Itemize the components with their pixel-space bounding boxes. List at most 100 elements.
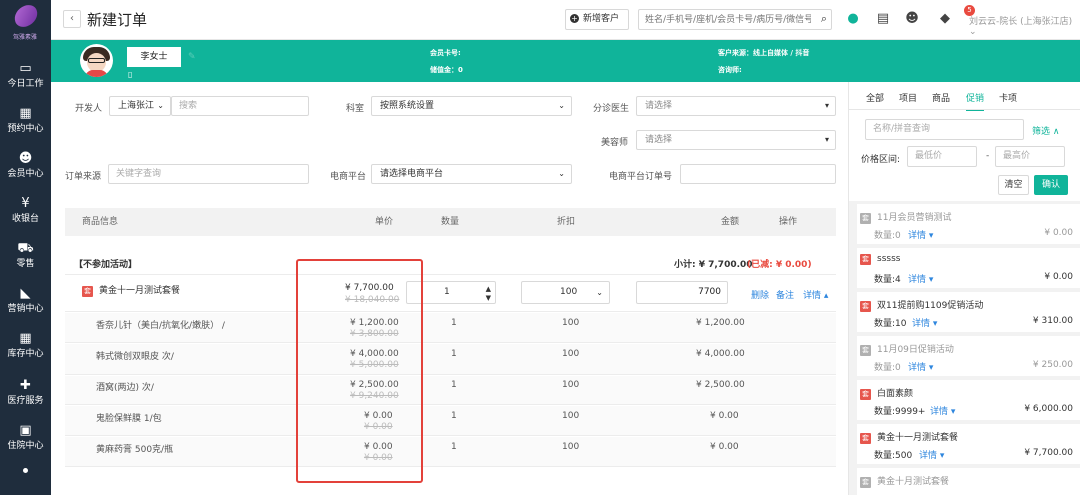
- group-icon[interactable]: ☻: [903, 10, 921, 28]
- promo-item[interactable]: 套黄金十月测试套餐: [857, 468, 1080, 495]
- developer-label: 开发人: [75, 104, 103, 114]
- new-customer-button[interactable]: + 新增客户: [565, 9, 629, 30]
- app-root: 驾雅素雅 ▭ 今日工作 ▦ 预约中心 ☻ 会员中心 ¥ 收银台 ⛟ 零售 ◣ 营销中心 ▦ 库…: [0, 0, 1080, 495]
- table-row: 黄麻药膏 500克/瓶 ¥ 0.00 ¥ 0.00 1 100 ¥ 0.00: [65, 437, 836, 467]
- edit-icon[interactable]: ✎: [188, 52, 196, 62]
- sidebar-item-inventory[interactable]: ▦ 库存中心: [0, 330, 51, 374]
- tab-all[interactable]: 全部: [866, 91, 884, 104]
- product-panel: 全部 项目 商品 促销 卡项 名称/拼音查询 筛选 ∧ 价格区间: 最低价 - …: [848, 82, 1080, 495]
- sidebar-item-inpatient[interactable]: ▣ 住院中心: [0, 422, 51, 466]
- promo-item[interactable]: 套 sssss 数量:4 详情 ▾ ¥ 0.00: [857, 248, 1080, 288]
- sidebar-item-marketing[interactable]: ◣ 营销中心: [0, 285, 51, 329]
- discount-select[interactable]: 100 ⌄: [521, 281, 610, 304]
- group-label: 【不参加活动】: [74, 260, 138, 270]
- sidebar-item-retail[interactable]: ⛟ 零售: [0, 240, 51, 284]
- col-price: 单价: [375, 217, 394, 227]
- ecom-order-label: 电商平台订单号: [609, 172, 673, 182]
- medkit-icon: ✚: [20, 378, 31, 393]
- table-row: 酒窝(两边) 次/ ¥ 2,500.00 ¥ 9,240.00 1 100 ¥ …: [65, 376, 836, 405]
- tab-goods[interactable]: 商品: [932, 91, 950, 104]
- promo-item[interactable]: 套白面素颜 数量:9999+ 详情 ▾ ¥ 6,000.00: [857, 380, 1080, 420]
- col-amount: 金额: [721, 217, 740, 227]
- more-dot-icon[interactable]: [23, 468, 28, 473]
- highlight-box: [296, 259, 423, 483]
- wechat-icon[interactable]: ●: [844, 10, 862, 28]
- triage-select[interactable]: 请选择 ▾: [636, 96, 836, 116]
- tab-cards[interactable]: 卡项: [999, 91, 1017, 104]
- bell-icon[interactable]: ◆: [936, 10, 954, 28]
- col-qty: 数量: [441, 217, 460, 227]
- dept-label: 科室: [346, 104, 365, 114]
- sidebar-item-cashier[interactable]: ¥ 收银台: [0, 195, 51, 239]
- plus-icon: +: [570, 14, 579, 23]
- promo-item[interactable]: 套 11月09日促销活动 数量:0 详情 ▾ ¥ 250.00: [857, 336, 1080, 376]
- sidebar-item-medical[interactable]: ✚ 医疗服务: [0, 377, 51, 421]
- detail-link[interactable]: 详情 ▴: [803, 288, 828, 301]
- table-row: 鬼脸保鲜膜 1/包 ¥ 0.00 ¥ 0.00 1 100 ¥ 0.00: [65, 406, 836, 436]
- beautician-select[interactable]: 请选择 ▾: [636, 130, 836, 150]
- table-row: 香奈儿针（美白/抗氧化/嫩肤） / ¥ 1,200.00 ¥ 3,800.00 …: [65, 313, 836, 343]
- remark-link[interactable]: 备注: [776, 288, 794, 301]
- min-price-input[interactable]: 最低价: [907, 146, 977, 167]
- table-row: 韩式微创双眼皮 次/ ¥ 4,000.00 ¥ 5,000.00 1 100 ¥…: [65, 344, 836, 375]
- col-discount: 折扣: [557, 217, 576, 227]
- sidebar: 驾雅素雅 ▭ 今日工作 ▦ 预约中心 ☻ 会员中心 ¥ 收银台 ⛟ 零售 ◣ 营销中心 ▦ 库…: [0, 0, 51, 495]
- detail-link[interactable]: 详情 ▾: [908, 272, 933, 285]
- promo-item[interactable]: 套双11提前购1109促销活动 数量:10 详情 ▾ ¥ 310.00: [857, 292, 1080, 332]
- promo-tag-icon: 套: [860, 213, 871, 224]
- confirm-button[interactable]: 确认: [1034, 175, 1068, 195]
- chevron-down-icon: ⌄: [558, 169, 565, 178]
- cart-icon: ⛟: [17, 241, 34, 256]
- filter-toggle[interactable]: 筛选 ∧: [1032, 124, 1059, 137]
- developer-search-input[interactable]: 搜索: [171, 96, 309, 116]
- sidebar-item-members[interactable]: ☻ 会员中心: [0, 150, 51, 194]
- order-source-label: 订单来源: [65, 172, 102, 182]
- megaphone-icon: ◣: [20, 286, 31, 301]
- back-button[interactable]: ‹: [63, 10, 81, 28]
- detail-link[interactable]: 详情 ▾: [908, 228, 933, 241]
- detail-link[interactable]: 详情 ▾: [912, 316, 937, 329]
- tab-projects[interactable]: 项目: [899, 91, 917, 104]
- col-product: 商品信息: [82, 217, 119, 227]
- sidebar-item-today[interactable]: ▭ 今日工作: [0, 60, 51, 104]
- top-header: ‹ 新建订单 +新增客户 ⌕ ● ▤ ☻ ◆ 5 刘云云-院长 (上海张江店) …: [51, 0, 1080, 40]
- user-menu[interactable]: 刘云云-院长 (上海张江店) ⌄: [969, 14, 1080, 37]
- caret-down-icon: ▾: [824, 101, 829, 110]
- group-row: 【不参加活动】 小计: ¥ 7,700.00 (已减: ¥ 0.00): [65, 252, 836, 275]
- promo-item[interactable]: 套 11月会员营销测试 数量:0 详情 ▾ ¥ 0.00: [857, 204, 1080, 244]
- stepper-down-icon[interactable]: ▼: [486, 288, 491, 309]
- developer-select[interactable]: 上海张江 ⌄: [109, 96, 171, 116]
- dept-select[interactable]: 按照系统设置 ⌄: [371, 96, 572, 116]
- member-card-label: 会员卡号:: [430, 49, 461, 57]
- amount-input[interactable]: 7700: [636, 281, 728, 304]
- calendar-icon: ▦: [19, 106, 32, 121]
- reduced-amount: (已减: ¥ 0.00): [747, 260, 812, 270]
- avatar: [80, 44, 113, 77]
- detail-link[interactable]: 详情 ▾: [930, 404, 955, 417]
- order-source-input[interactable]: 关键字查询: [108, 164, 309, 184]
- promo-tag-icon: 套: [860, 477, 871, 488]
- clipboard-icon[interactable]: ▤: [874, 10, 892, 28]
- search-icon[interactable]: ⌕: [821, 12, 827, 26]
- detail-link[interactable]: 详情 ▾: [919, 448, 944, 461]
- items-table-header: 商品信息 单价 数量 折扣 金额 操作: [65, 208, 836, 236]
- delete-link[interactable]: 删除: [751, 288, 769, 301]
- ecom-order-input[interactable]: [680, 164, 836, 184]
- sidebar-item-appointments[interactable]: ▦ 预约中心: [0, 105, 51, 149]
- ecom-platform-select[interactable]: 请选择电商平台 ⌄: [371, 164, 572, 184]
- promo-tag-icon: 套: [82, 286, 93, 297]
- max-price-input[interactable]: 最高价: [995, 146, 1065, 167]
- promo-tag-icon: 套: [860, 433, 871, 444]
- search-input[interactable]: [639, 10, 811, 29]
- laptop-icon: ▭: [19, 61, 32, 76]
- detail-link[interactable]: 详情 ▾: [908, 360, 933, 373]
- page-title: 新建订单: [87, 11, 148, 29]
- phone-icon: ▯: [128, 70, 133, 79]
- panel-search-input[interactable]: 名称/拼音查询: [865, 119, 1024, 140]
- tab-promotions[interactable]: 促销: [966, 91, 985, 111]
- chevron-down-icon: ⌄: [596, 288, 603, 297]
- promo-item[interactable]: 套黄金十一月测试套餐 数量:500 详情 ▾ ¥ 7,700.00: [857, 424, 1080, 464]
- customer-search[interactable]: ⌕: [638, 9, 832, 30]
- customer-source: 客户来源：线上自媒体 / 抖音: [718, 49, 810, 57]
- clear-button[interactable]: 清空: [998, 175, 1029, 195]
